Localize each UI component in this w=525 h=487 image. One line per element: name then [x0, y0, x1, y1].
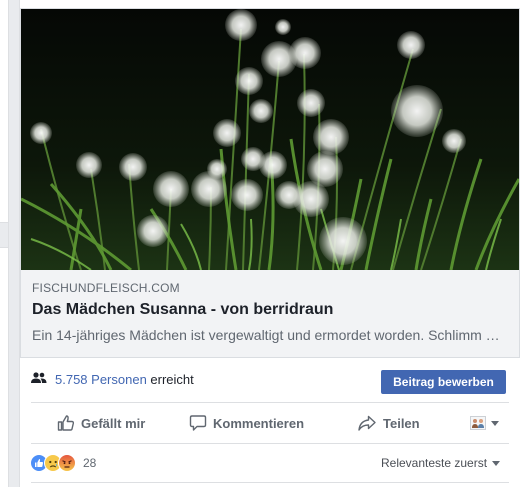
sort-label: Relevanteste zuerst [381, 456, 488, 470]
share-button[interactable]: Teilen [357, 404, 420, 442]
left-rail-notch [0, 222, 8, 248]
divider [31, 443, 509, 444]
people-icon [31, 372, 47, 383]
divider [31, 482, 509, 483]
post-card: FISCHUNDFLEISCH.COM Das Mädchen Susanna … [19, 0, 525, 487]
share-icon [358, 415, 376, 431]
dandelion-photo [21, 9, 519, 270]
action-bar: Gefällt mir Kommentieren Teilen [20, 404, 520, 442]
divider [31, 402, 509, 403]
reactions-row: 28 Relevanteste zuerst [20, 445, 520, 481]
reach-row: 5.758 Personen erreicht Beitrag bewerben [20, 358, 520, 402]
preview-title[interactable]: Das Mädchen Susanna - von berridraun [32, 299, 507, 321]
boost-post-button[interactable]: Beitrag bewerben [381, 370, 506, 394]
like-label: Gefällt mir [81, 415, 146, 431]
angry-reaction-icon [58, 454, 76, 472]
audience-selector[interactable] [470, 404, 499, 442]
chevron-down-icon [492, 460, 501, 466]
preview-domain: FISCHUNDFLEISCH.COM [32, 281, 180, 295]
comment-icon [189, 415, 207, 431]
comment-button[interactable]: Kommentieren [189, 404, 304, 442]
reach-suffix: erreicht [150, 372, 194, 387]
left-rail [0, 0, 9, 487]
share-label: Teilen [383, 415, 420, 431]
thumbs-up-icon [57, 415, 75, 431]
preview-description: Ein 14-jähriges Mädchen ist vergewaltigt… [32, 327, 507, 343]
reaction-icons[interactable] [30, 454, 82, 472]
like-button[interactable]: Gefällt mir [57, 404, 145, 442]
reaction-count[interactable]: 28 [83, 456, 96, 470]
preview-image[interactable] [21, 9, 519, 270]
audience-avatar-icon [470, 416, 486, 430]
comment-sort-dropdown[interactable]: Relevanteste zuerst [381, 456, 501, 470]
preview-text[interactable]: FISCHUNDFLEISCH.COM Das Mädchen Susanna … [21, 270, 519, 358]
link-preview[interactable]: FISCHUNDFLEISCH.COM Das Mädchen Susanna … [20, 8, 520, 358]
reach-text: 5.758 Personen erreicht [55, 372, 194, 388]
comment-label: Kommentieren [213, 415, 305, 431]
reach-count-link[interactable]: 5.758 Personen [55, 372, 147, 387]
chevron-down-icon [491, 420, 499, 426]
